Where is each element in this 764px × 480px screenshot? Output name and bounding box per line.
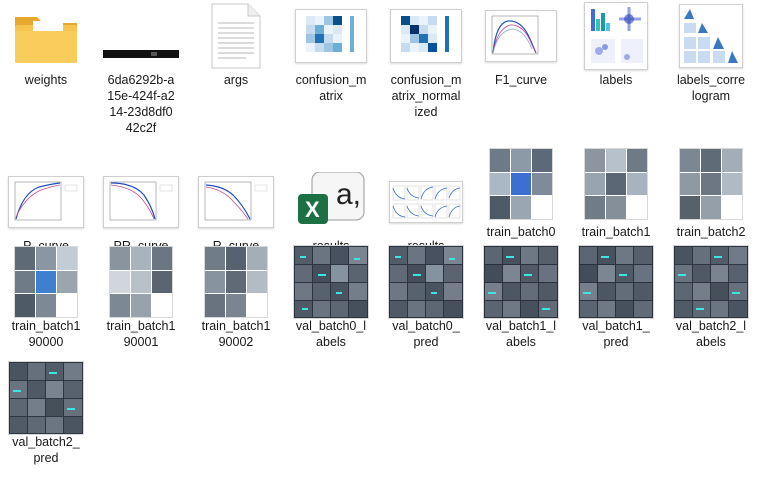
file-label: train_batch1 90002 (201, 319, 271, 349)
file-label: F1_curve (494, 73, 548, 87)
image-thumbnail-icon (475, 0, 567, 72)
file-label: val_batch1_ pred (582, 319, 650, 349)
file-label: weights (24, 73, 68, 87)
file-label: labels_corre logram (676, 73, 746, 103)
image-thumbnail-icon (0, 361, 92, 435)
image-thumbnail-icon (570, 148, 662, 220)
file-label: val_batch0_l abels (295, 319, 367, 349)
file-train-batch190002[interactable]: train_batch1 90002 (190, 246, 282, 358)
image-thumbnail-icon (570, 0, 662, 72)
svg-text:X: X (305, 197, 320, 222)
image-thumbnail-icon (475, 245, 567, 319)
file-6da6292b[interactable]: 6da6292b-a 15e-424f-a2 14-23d8df0 42c2f (95, 0, 187, 135)
image-thumbnail-icon (380, 0, 472, 72)
file-label: val_batch0_ pred (392, 319, 460, 349)
file-val-batch0-labels[interactable]: val_batch0_l abels (285, 245, 377, 358)
file-label: confusion_m atrix_normal ized (390, 73, 462, 119)
file-train-batch1[interactable]: train_batch1 (570, 146, 662, 258)
file-label: val_batch1_l abels (485, 319, 557, 349)
file-labels-correlogram[interactable]: labels_corre logram (665, 0, 757, 112)
image-thumbnail-icon (190, 166, 282, 238)
file-f1-curve[interactable]: F1_curve (475, 0, 567, 112)
file-weights[interactable]: weights (0, 0, 92, 112)
file-val-batch2-pred[interactable]: val_batch2_ pred (0, 361, 92, 474)
file-args[interactable]: args (190, 0, 282, 112)
file-label: confusion_m atrix (295, 73, 367, 103)
file-label: train_batch1 90000 (11, 319, 81, 349)
file-label: val_batch2_l abels (675, 319, 747, 349)
text-file-icon (190, 0, 282, 72)
excel-icon: a, X (285, 166, 377, 238)
file-val-batch1-pred[interactable]: val_batch1_ pred (570, 245, 662, 358)
file-label: args (223, 73, 249, 87)
file-label: labels (599, 73, 633, 87)
image-thumbnail-icon (570, 245, 662, 319)
image-thumbnail-icon (665, 245, 757, 319)
file-val-batch2-labels[interactable]: val_batch2_l abels (665, 245, 757, 358)
image-thumbnail-icon (95, 166, 187, 238)
file-labels[interactable]: labels (570, 0, 662, 112)
image-thumbnail-icon (285, 245, 377, 319)
file-label: train_batch2 (676, 225, 746, 239)
image-thumbnail-icon (665, 0, 757, 72)
file-confusion-matrix-normalized[interactable]: confusion_m atrix_normal ized (380, 0, 472, 119)
file-confusion-matrix[interactable]: confusion_m atrix (285, 0, 377, 112)
file-label: train_batch0 (486, 225, 556, 239)
image-thumbnail-icon (475, 148, 567, 220)
file-train-batch190000[interactable]: train_batch1 90000 (0, 246, 92, 358)
file-label: train_batch1 90001 (106, 319, 176, 349)
image-thumbnail-icon (95, 246, 187, 318)
svg-text:a,: a, (336, 178, 361, 211)
image-thumbnail-icon (0, 166, 92, 238)
image-thumbnail-icon (665, 148, 757, 220)
file-icon (95, 0, 187, 72)
file-label: train_batch1 (581, 225, 651, 239)
file-train-batch0[interactable]: train_batch0 (475, 146, 567, 258)
image-thumbnail-icon (190, 246, 282, 318)
image-thumbnail-icon (380, 166, 472, 238)
file-train-batch190001[interactable]: train_batch1 90001 (95, 246, 187, 358)
file-val-batch1-labels[interactable]: val_batch1_l abels (475, 245, 567, 358)
file-label: val_batch2_ pred (12, 435, 80, 465)
file-train-batch2[interactable]: train_batch2 (665, 146, 757, 258)
image-thumbnail-icon (380, 245, 472, 319)
image-thumbnail-icon (285, 0, 377, 72)
image-thumbnail-icon (0, 246, 92, 318)
file-label: 6da6292b-a 15e-424f-a2 14-23d8df0 42c2f (107, 73, 175, 135)
file-val-batch0-pred[interactable]: val_batch0_ pred (380, 245, 472, 358)
folder-icon (0, 0, 92, 72)
